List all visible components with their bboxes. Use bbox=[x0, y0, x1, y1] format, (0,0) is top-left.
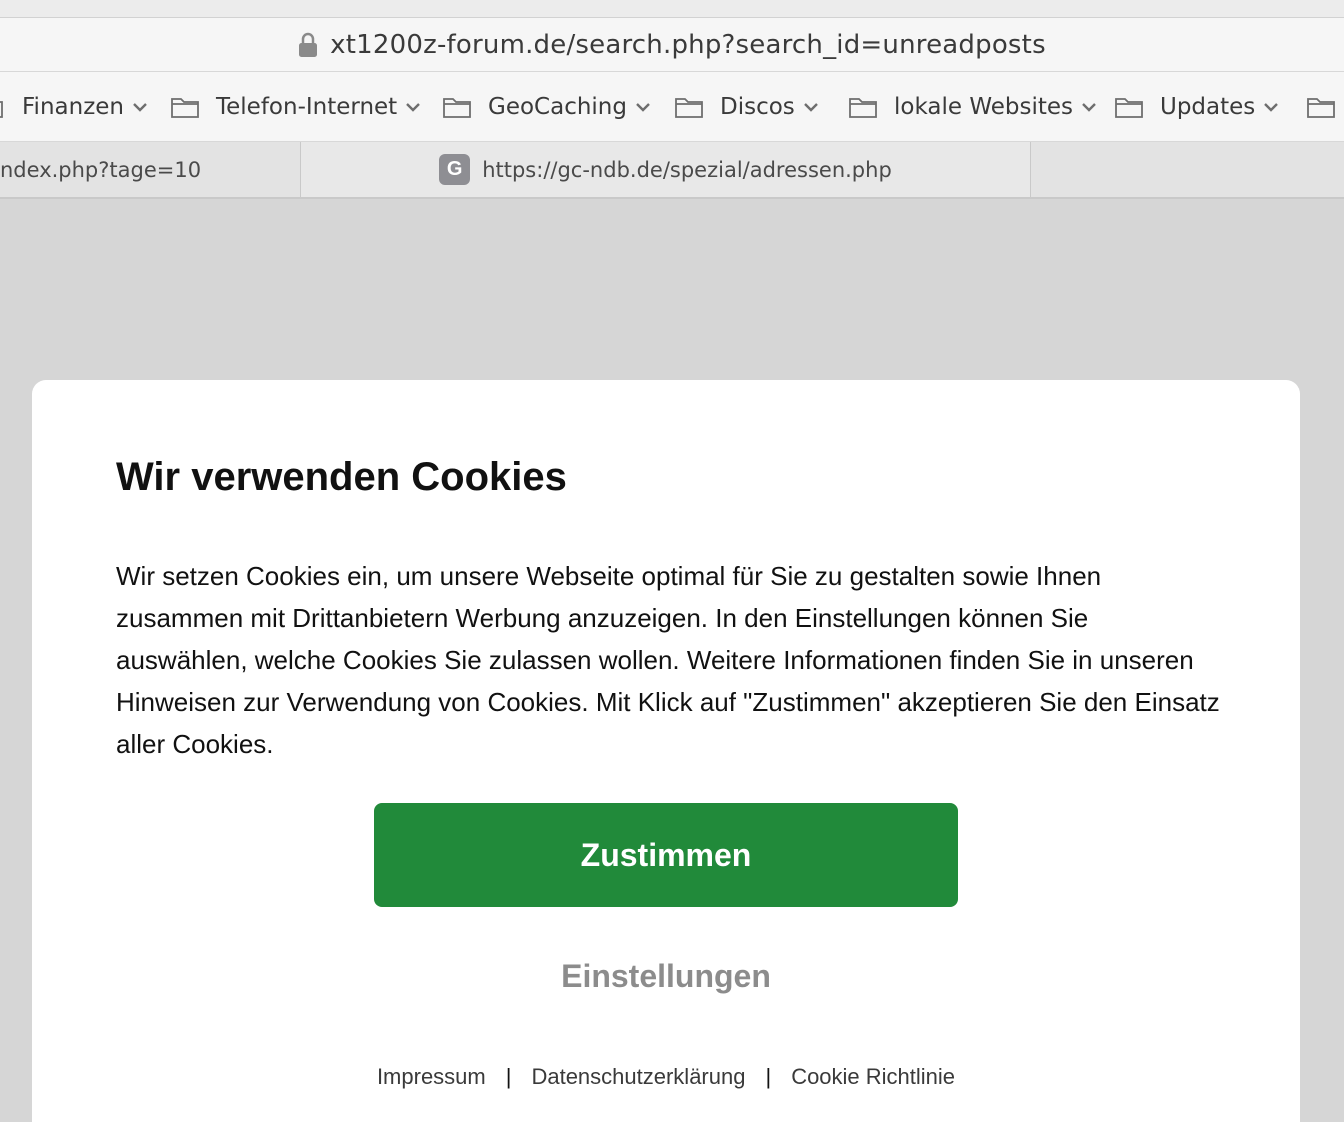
bookmark-label: Discos bbox=[720, 94, 795, 120]
address-bar[interactable]: xt1200z-forum.de/search.php?search_id=un… bbox=[0, 18, 1344, 72]
bookmark-folder-overflow[interactable] bbox=[1306, 72, 1344, 141]
cookie-policy-link[interactable]: Cookie Richtlinie bbox=[791, 1064, 955, 1090]
bookmark-folder-lokale-websites[interactable]: lokale Websites bbox=[848, 72, 1097, 141]
window-top-strip bbox=[0, 0, 1344, 18]
bookmark-label: lokale Websites bbox=[894, 94, 1073, 120]
settings-button[interactable]: Einstellungen bbox=[32, 958, 1300, 995]
bookmark-folder-telefon-internet[interactable]: Telefon-Internet bbox=[170, 72, 421, 141]
chevron-down-icon bbox=[1082, 103, 1096, 112]
bookmarks-bar: Finanzen Telefon-Internet GeoCaching Dis… bbox=[0, 72, 1344, 142]
folder-icon bbox=[849, 98, 877, 118]
dialog-title: Wir verwenden Cookies bbox=[116, 455, 567, 499]
dialog-body-text: Wir setzen Cookies ein, um unsere Websei… bbox=[116, 561, 1220, 759]
folder-icon bbox=[1115, 98, 1143, 118]
bookmark-label: Telefon-Internet bbox=[216, 94, 398, 120]
tab-title: https://gc-ndb.de/spezial/adressen.php bbox=[482, 157, 892, 182]
folder-icon bbox=[0, 101, 3, 118]
accept-button[interactable]: Zustimmen bbox=[374, 803, 958, 907]
cookie-consent-dialog: Wir verwenden Cookies Wir setzen Cookies… bbox=[32, 380, 1300, 1122]
bookmark-folder-updates[interactable]: Updates bbox=[1114, 72, 1279, 141]
tab-index[interactable]: ndex.php?tage=10 bbox=[0, 142, 301, 197]
chevron-down-icon bbox=[406, 103, 421, 112]
link-separator: | bbox=[505, 1064, 512, 1089]
folder-icon bbox=[1307, 98, 1335, 118]
bookmark-label: GeoCaching bbox=[488, 94, 627, 120]
privacy-link[interactable]: Datenschutzerklärung bbox=[531, 1064, 745, 1090]
bookmark-folder-finanzen[interactable]: Finanzen bbox=[0, 72, 148, 141]
folder-icon bbox=[443, 98, 471, 118]
folder-icon bbox=[675, 98, 703, 118]
bookmark-label: Updates bbox=[1160, 94, 1256, 120]
bookmark-label: Finanzen bbox=[22, 94, 124, 120]
footer-links: Impressum | Datenschutzerklärung | Cooki… bbox=[32, 1064, 1300, 1090]
url-text[interactable]: xt1200z-forum.de/search.php?search_id=un… bbox=[330, 30, 1046, 60]
favicon: G bbox=[439, 154, 471, 185]
chevron-down-icon bbox=[636, 103, 650, 112]
chevron-down-icon bbox=[803, 103, 818, 112]
link-separator: | bbox=[765, 1064, 772, 1089]
imprint-link[interactable]: Impressum bbox=[377, 1064, 486, 1090]
bookmark-folder-geocaching[interactable]: GeoCaching bbox=[442, 72, 651, 141]
chevron-down-icon bbox=[1264, 103, 1279, 112]
folder-icon bbox=[171, 98, 199, 118]
lock-icon bbox=[299, 32, 318, 57]
chevron-down-icon bbox=[133, 103, 147, 112]
bookmark-folder-discos[interactable]: Discos bbox=[674, 72, 819, 141]
tab-gc-ndb[interactable]: G https://gc-ndb.de/spezial/adressen.php bbox=[301, 142, 1031, 197]
tab-title: ndex.php?tage=10 bbox=[0, 157, 202, 182]
tab-bar: ndex.php?tage=10 G https://gc-ndb.de/spe… bbox=[0, 142, 1344, 199]
